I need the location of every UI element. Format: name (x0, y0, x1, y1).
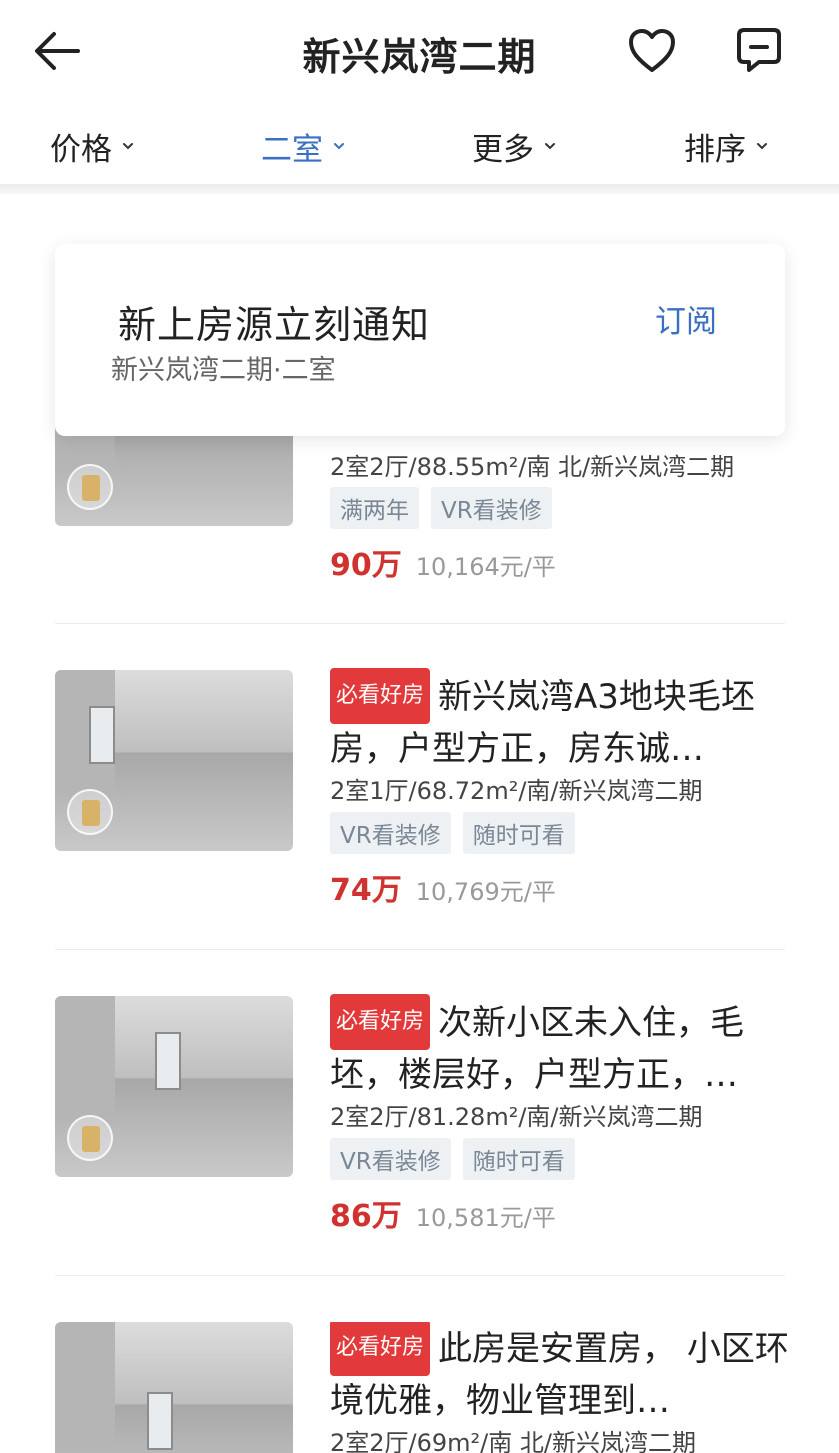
listing-price: 74万 10,769元/平 (330, 865, 556, 909)
unit-price: 10,581元/平 (415, 1204, 556, 1232)
divider (55, 623, 785, 624)
subscribe-button[interactable]: 订阅 (655, 296, 717, 341)
filter-bar: 价格 二室 更多 排序 (0, 104, 839, 186)
subscribe-card: 新上房源立刻通知 新兴岚湾二期·二室 订阅 (55, 244, 785, 436)
listing-title: 必看好房 此房是安置房， 小区环境优雅，物业管理到… (330, 1322, 790, 1420)
listing-tag: VR看装修 (431, 487, 552, 529)
listing-photo (55, 1322, 293, 1453)
listing-tag: 满两年 (330, 487, 419, 529)
listing-price: 86万 10,581元/平 (330, 1191, 556, 1235)
total-price: 86万 (330, 1199, 402, 1234)
listing-price: 90万 10,164元/平 (330, 540, 556, 584)
listing-title: 必看好房 新兴岚湾A3地块毛坯房，户型方正，房东诚… (330, 668, 790, 768)
unit-price: 10,164元/平 (415, 553, 556, 581)
listing-meta: 2室2厅/88.55m²/南 北/新兴岚湾二期 (330, 453, 735, 481)
listing-meta: 2室1厅/68.72m²/南/新兴岚湾二期 (330, 777, 703, 805)
listing-meta: 2室2厅/69m²/南 北/新兴岚湾二期 (330, 1429, 696, 1453)
filter-label: 排序 (684, 131, 746, 168)
filter-label: 价格 (50, 131, 112, 168)
total-price: 74万 (330, 873, 402, 908)
filter-rooms[interactable]: 二室 (261, 126, 345, 168)
listing-meta: 2室2厅/81.28m²/南/新兴岚湾二期 (330, 1103, 703, 1131)
listing-photo (55, 670, 293, 851)
listing-tags: 满两年 VR看装修 (330, 487, 552, 529)
divider (55, 1275, 785, 1276)
message-icon[interactable] (735, 26, 783, 74)
vr-icon (67, 464, 113, 510)
chevron-down-icon (545, 143, 555, 150)
must-see-badge: 必看好房 (330, 994, 431, 1050)
chevron-down-icon (123, 143, 133, 150)
page-title: 新兴岚湾二期 (302, 35, 537, 79)
chevron-down-icon (757, 143, 767, 150)
filter-more[interactable]: 更多 (472, 126, 556, 168)
listing-card[interactable]: 必看好房 新兴岚湾A3地块毛坯房，户型方正，房东诚… 2室1厅/68.72m²/南… (0, 668, 839, 950)
filter-sort[interactable]: 排序 (684, 126, 768, 168)
subscribe-description: 新兴岚湾二期·二室 (111, 355, 336, 386)
listing-photo (55, 996, 293, 1177)
listing-title: 必看好房 次新小区未入住，毛坯，楼层好，户型方正，… (330, 994, 790, 1094)
top-nav-bar: 新兴岚湾二期 (0, 0, 839, 104)
unit-price: 10,769元/平 (415, 878, 556, 906)
vr-icon (67, 789, 113, 835)
heart-icon[interactable] (627, 28, 677, 74)
filter-divider (0, 184, 839, 194)
listing-tag: VR看装修 (330, 1138, 451, 1180)
must-see-badge: 必看好房 (330, 668, 431, 724)
listing-tags: VR看装修 随时可看 (330, 1138, 575, 1180)
listing-tag: VR看装修 (330, 812, 451, 854)
listing-tag: 随时可看 (462, 812, 575, 854)
chevron-down-icon (334, 143, 344, 150)
listing-card[interactable]: 必看好房 此房是安置房， 小区环境优雅，物业管理到… 2室2厅/69m²/南 北/… (0, 1322, 839, 1453)
divider (55, 949, 785, 950)
listing-tag: 随时可看 (462, 1138, 575, 1180)
filter-price[interactable]: 价格 (50, 126, 134, 168)
filter-label: 二室 (261, 131, 323, 168)
must-see-badge: 必看好房 (330, 1322, 431, 1376)
listing-card[interactable]: 必看好房 次新小区未入住，毛坯，楼层好，户型方正，… 2室2厅/81.28m²/南… (0, 994, 839, 1276)
subscribe-title: 新上房源立刻通知 (118, 303, 431, 347)
filter-label: 更多 (472, 131, 534, 168)
vr-icon (67, 1115, 113, 1161)
listing-tags: VR看装修 随时可看 (330, 812, 575, 854)
total-price: 90万 (330, 548, 402, 583)
